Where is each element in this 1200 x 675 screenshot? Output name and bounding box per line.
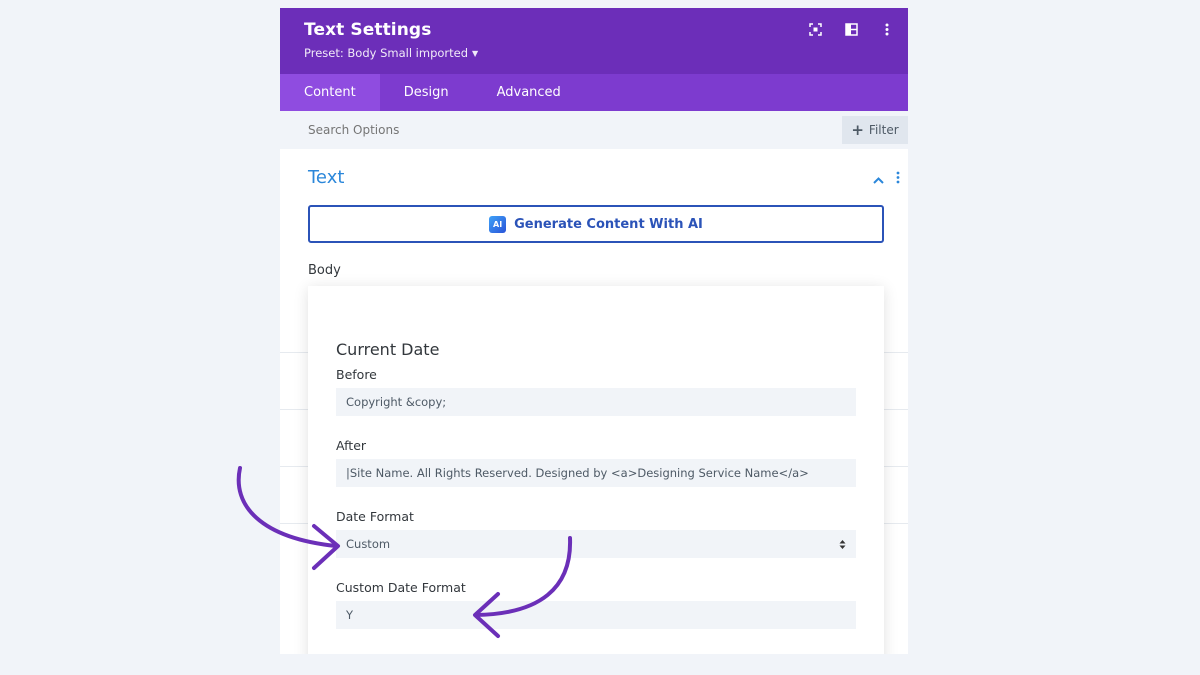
date-format-label: Date Format xyxy=(336,509,414,524)
filter-label: Filter xyxy=(868,123,899,137)
before-input[interactable]: Copyright &copy; xyxy=(336,388,856,416)
preset-label: Preset: Body Small imported xyxy=(304,46,469,60)
tab-advanced[interactable]: Advanced xyxy=(473,74,585,111)
after-label: After xyxy=(336,438,367,453)
current-date-popup: Current Date Before Copyright &copy; Aft… xyxy=(308,286,884,654)
caret-down-icon: ▼ xyxy=(472,48,479,58)
custom-date-format-label: Custom Date Format xyxy=(336,580,466,595)
settings-panel: Text Settings Preset: Body Small importe… xyxy=(280,8,908,654)
filter-button[interactable]: + Filter xyxy=(842,116,908,144)
panel-title: Text Settings xyxy=(304,20,432,40)
tab-content[interactable]: Content xyxy=(280,74,380,111)
search-input[interactable] xyxy=(280,111,908,149)
generate-ai-button[interactable]: AI Generate Content With AI xyxy=(308,205,884,243)
after-input[interactable]: |Site Name. All Rights Reserved. Designe… xyxy=(336,459,856,487)
body-label: Body xyxy=(308,263,341,278)
preset-selector[interactable]: Preset: Body Small imported ▼ xyxy=(304,46,884,60)
more-options-icon[interactable] xyxy=(880,22,894,36)
generate-ai-label: Generate Content With AI xyxy=(514,216,703,232)
header-icons xyxy=(808,22,894,36)
tab-design[interactable]: Design xyxy=(380,74,473,111)
search-bar: + Filter xyxy=(280,111,908,149)
popup-title: Current Date xyxy=(336,340,440,359)
before-label: Before xyxy=(336,367,377,382)
date-format-value: Custom xyxy=(346,537,391,551)
date-format-select[interactable]: Custom xyxy=(336,530,856,558)
section-more-icon[interactable] xyxy=(896,169,900,188)
custom-date-format-input[interactable]: Y xyxy=(336,601,856,629)
plus-icon: + xyxy=(851,121,864,139)
text-section-header[interactable]: Text xyxy=(280,149,908,205)
ai-icon: AI xyxy=(489,215,507,233)
focus-icon[interactable] xyxy=(808,22,822,36)
select-arrows-icon xyxy=(839,539,846,550)
split-view-icon[interactable] xyxy=(844,22,858,36)
chevron-up-icon[interactable] xyxy=(873,169,884,188)
section-title: Text xyxy=(308,166,345,188)
section-controls xyxy=(873,169,900,188)
tab-bar: Content Design Advanced xyxy=(280,74,908,111)
panel-header: Text Settings Preset: Body Small importe… xyxy=(280,8,908,74)
